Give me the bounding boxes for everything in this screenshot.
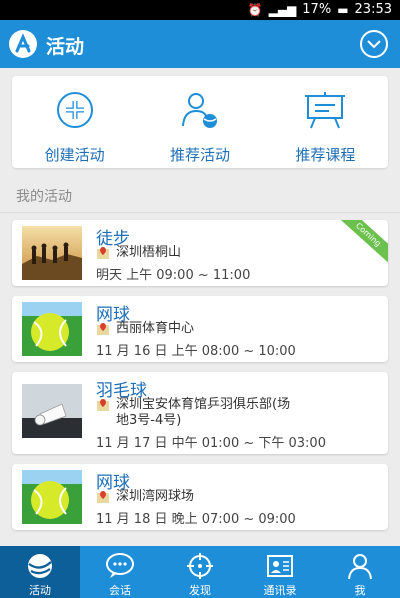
hiking-thumbnail (22, 226, 82, 280)
activity-time: 11 月 16 日 上午 08:00 ~ 10:00 (96, 344, 296, 359)
bottom-tab-bar: 活动 会话 发现 通讯录 我 (0, 546, 400, 598)
create-activity-label: 创建活动 (44, 146, 105, 164)
recommended-activities-label: 推荐活动 (169, 146, 230, 164)
quick-actions-panel: 创建活动 推荐活动 推荐课程 (12, 76, 388, 168)
chat-bubble-icon (106, 553, 134, 578)
person-ball-icon (181, 93, 217, 128)
activity-time: 11 月 17 日 中午 01:00 ~ 下午 03:00 (96, 436, 326, 451)
activity-time: 11 月 18 日 晚上 07:00 ~ 09:00 (96, 512, 296, 527)
signal-icon: ▂▄▆ (268, 2, 297, 17)
recommended-activities-button[interactable]: 推荐活动 (137, 76, 262, 168)
tab-label: 会话 (109, 584, 131, 597)
map-pin-icon (97, 247, 109, 259)
menu-chevron-icon[interactable] (360, 30, 388, 58)
map-pin-icon (97, 323, 109, 335)
clock: 23:53 (354, 2, 392, 17)
activity-time: 明天 上午 09:00 ~ 11:00 (96, 268, 251, 283)
tab-me[interactable]: 我 (320, 546, 400, 598)
coming-badge: Coming (333, 220, 388, 267)
tab-label: 发现 (189, 584, 211, 597)
plus-circle-icon (56, 92, 93, 128)
activity-location: 深圳梧桐山 (116, 245, 182, 260)
recommended-courses-label: 推荐课程 (295, 146, 356, 164)
app-bar: 活动 (0, 20, 400, 68)
alarm-icon: ⏰ (247, 2, 263, 17)
tab-label: 通讯录 (263, 584, 297, 597)
tab-contacts[interactable]: 通讯录 (240, 546, 320, 598)
tab-label: 活动 (29, 584, 51, 597)
tab-discover[interactable]: 发现 (160, 546, 240, 598)
app-logo-icon (9, 30, 37, 58)
activity-location-line-1: 深圳宝安体育馆乒羽俱乐部(场 (116, 397, 291, 412)
tab-chats[interactable]: 会话 (80, 546, 160, 598)
activity-card[interactable]: 徒步 深圳梧桐山 明天 上午 09:00 ~ 11:00 Coming (12, 220, 388, 286)
map-pin-icon (97, 399, 109, 411)
tennis-ball-thumbnail (22, 470, 82, 524)
tab-label: 我 (354, 584, 366, 597)
map-pin-icon (97, 491, 109, 503)
contact-card-icon (267, 555, 293, 577)
person-icon (348, 554, 372, 580)
easel-board-icon (305, 92, 346, 129)
tab-activities[interactable]: 活动 (0, 546, 80, 598)
page-title: 活动 (46, 36, 85, 58)
section-divider (0, 212, 400, 213)
activity-card[interactable]: 羽毛球 深圳宝安体育馆乒羽俱乐部(场 地3号-4号) 11 月 17 日 中午 … (12, 372, 388, 454)
battery-level: 17% (302, 2, 332, 17)
activity-card[interactable]: 网球 西丽体育中心 11 月 16 日 上午 08:00 ~ 10:00 (12, 296, 388, 362)
activity-location-line-2: 地3号-4号) (116, 413, 182, 428)
activity-card[interactable]: 网球 深圳湾网球场 11 月 18 日 晚上 07:00 ~ 09:00 (12, 464, 388, 530)
globe-icon (28, 554, 52, 578)
shuttlecock-thumbnail (22, 384, 82, 438)
activity-location: 西丽体育中心 (116, 321, 195, 336)
activity-location: 深圳湾网球场 (116, 489, 195, 504)
tennis-ball-thumbnail (22, 302, 82, 356)
battery-icon: ▬ (337, 2, 349, 17)
create-activity-button[interactable]: 创建活动 (12, 76, 137, 168)
crosshair-icon (187, 553, 213, 579)
my-activities-header: 我的活动 (16, 189, 72, 205)
recommended-courses-button[interactable]: 推荐课程 (263, 76, 388, 168)
status-bar: ⏰ ▂▄▆ 17% ▬ 23:53 (0, 0, 400, 20)
